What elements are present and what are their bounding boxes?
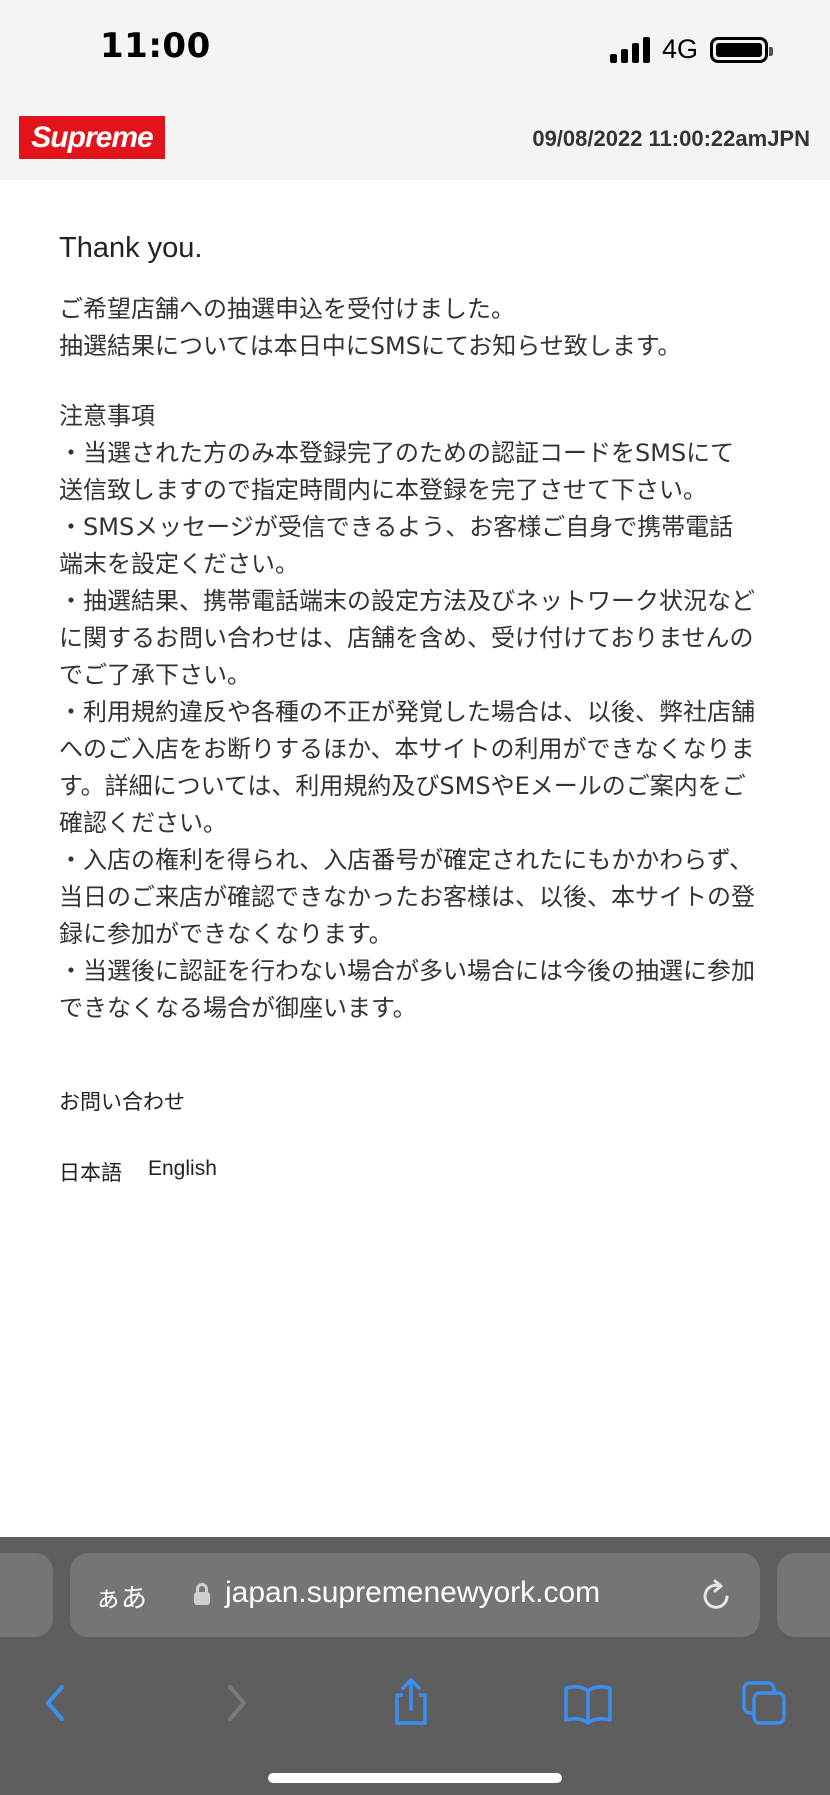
note-line: 送信致しますので指定時間内に本登録を完了させて下さい。 — [59, 476, 707, 504]
note-item: ・当選された方のみ本登録完了のための認証コードをSMSにて 送信致しますので指定… — [59, 435, 799, 509]
share-icon[interactable] — [381, 1673, 441, 1733]
reload-icon[interactable] — [700, 1577, 734, 1613]
contact-link[interactable]: お問い合わせ — [59, 1086, 185, 1116]
main-content: Thank you. ご希望店舗への抽選申込を受付けました。 抽選結果については… — [59, 232, 799, 1027]
page-settings-button[interactable]: ぁあ — [95, 1578, 147, 1615]
lock-icon — [194, 1583, 210, 1605]
bookmarks-icon[interactable] — [558, 1673, 618, 1733]
battery-level — [716, 42, 762, 57]
header-datetime: 09/08/2022 11:00:22amJPN — [532, 126, 810, 151]
note-line: 確認ください。 — [59, 809, 227, 837]
notes-title: 注意事項 — [59, 402, 155, 430]
note-item: ・入店の権利を得られ、入店番号が確定されたにもかかわらず、 当日のご来店が確認で… — [59, 842, 799, 953]
status-bar: 11:00 4G — [0, 0, 830, 100]
intro-line: 抽選結果については本日中にSMSにてお知らせ致します。 — [59, 332, 682, 360]
note-item: ・利用規約違反や各種の不正が発覚した場合は、以後、弊社店舗 へのご入店をお断りす… — [59, 694, 799, 842]
signal-icon — [609, 36, 650, 63]
forward-icon[interactable] — [206, 1673, 266, 1733]
note-line: 端末を設定ください。 — [59, 550, 299, 578]
network-type: 4G — [661, 34, 698, 64]
thank-you-heading: Thank you. — [59, 232, 203, 264]
note-line: す。詳細については、利用規約及びSMSやEメールのご案内をご — [59, 772, 746, 800]
note-item: ・当選後に認証を行わない場合が多い場合には今後の抽選に参加 できなくなる場合が御… — [59, 953, 799, 1027]
note-line: ・当選された方のみ本登録完了のための認証コードをSMSにて — [59, 439, 735, 467]
note-line: 当日のご来店が確認できなかったお客様は、以後、本サイトの登 — [59, 883, 755, 911]
status-indicators: 4G — [609, 34, 773, 65]
language-english-link[interactable]: English — [148, 1157, 217, 1187]
note-line: できなくなる場合が御座います。 — [59, 994, 417, 1022]
note-line: 録に参加ができなくなります。 — [59, 920, 393, 948]
previous-tab-preview[interactable] — [0, 1553, 53, 1637]
status-time: 11:00 — [100, 26, 211, 66]
notes-list: ・当選された方のみ本登録完了のための認証コードをSMSにて 送信致しますので指定… — [59, 435, 799, 1027]
language-switcher: 日本語 English — [59, 1157, 217, 1187]
supreme-logo[interactable]: Supreme — [19, 116, 165, 159]
note-line: ・当選後に認証を行わない場合が多い場合には今後の抽選に参加 — [59, 957, 755, 985]
note-item: ・抽選結果、携帯電話端末の設定方法及びネットワーク状況など に関するお問い合わせ… — [59, 583, 799, 694]
note-line: に関するお問い合わせは、店舗を含め、受け付けておりませんの — [59, 624, 754, 652]
back-icon[interactable] — [26, 1673, 86, 1733]
next-tab-preview[interactable] — [777, 1553, 830, 1637]
intro-text: ご希望店舗への抽選申込を受付けました。 抽選結果については本日中にSMSにてお知… — [59, 291, 799, 365]
battery-icon — [710, 36, 773, 63]
note-item: ・SMSメッセージが受信できるよう、お客様ご自身で携帯電話 端末を設定ください。 — [59, 509, 799, 583]
language-japanese-link[interactable]: 日本語 — [59, 1157, 122, 1187]
note-line: ・抽選結果、携帯電話端末の設定方法及びネットワーク状況など — [59, 587, 755, 615]
browser-toolbar — [0, 1673, 830, 1743]
url-text[interactable]: japan.supremenewyork.com — [225, 1576, 600, 1610]
home-indicator[interactable] — [268, 1773, 562, 1783]
site-header: Supreme 09/08/2022 11:00:22amJPN — [0, 100, 830, 180]
intro-line: ご希望店舗への抽選申込を受付けました。 — [59, 295, 515, 323]
note-line: ・入店の権利を得られ、入店番号が確定されたにもかかわらず、 — [59, 846, 754, 874]
note-line: ・SMSメッセージが受信できるよう、お客様ご自身で携帯電話 — [59, 513, 734, 541]
browser-chrome: ぁあ japan.supremenewyork.com — [0, 1537, 830, 1795]
address-bar[interactable]: ぁあ japan.supremenewyork.com — [70, 1553, 760, 1637]
note-line: でご了承下さい。 — [59, 661, 251, 689]
note-line: へのご入店をお断りするほか、本サイトの利用ができなくなりま — [59, 735, 755, 763]
note-line: ・利用規約違反や各種の不正が発覚した場合は、以後、弊社店舗 — [59, 698, 755, 726]
tabs-icon[interactable] — [734, 1673, 794, 1733]
